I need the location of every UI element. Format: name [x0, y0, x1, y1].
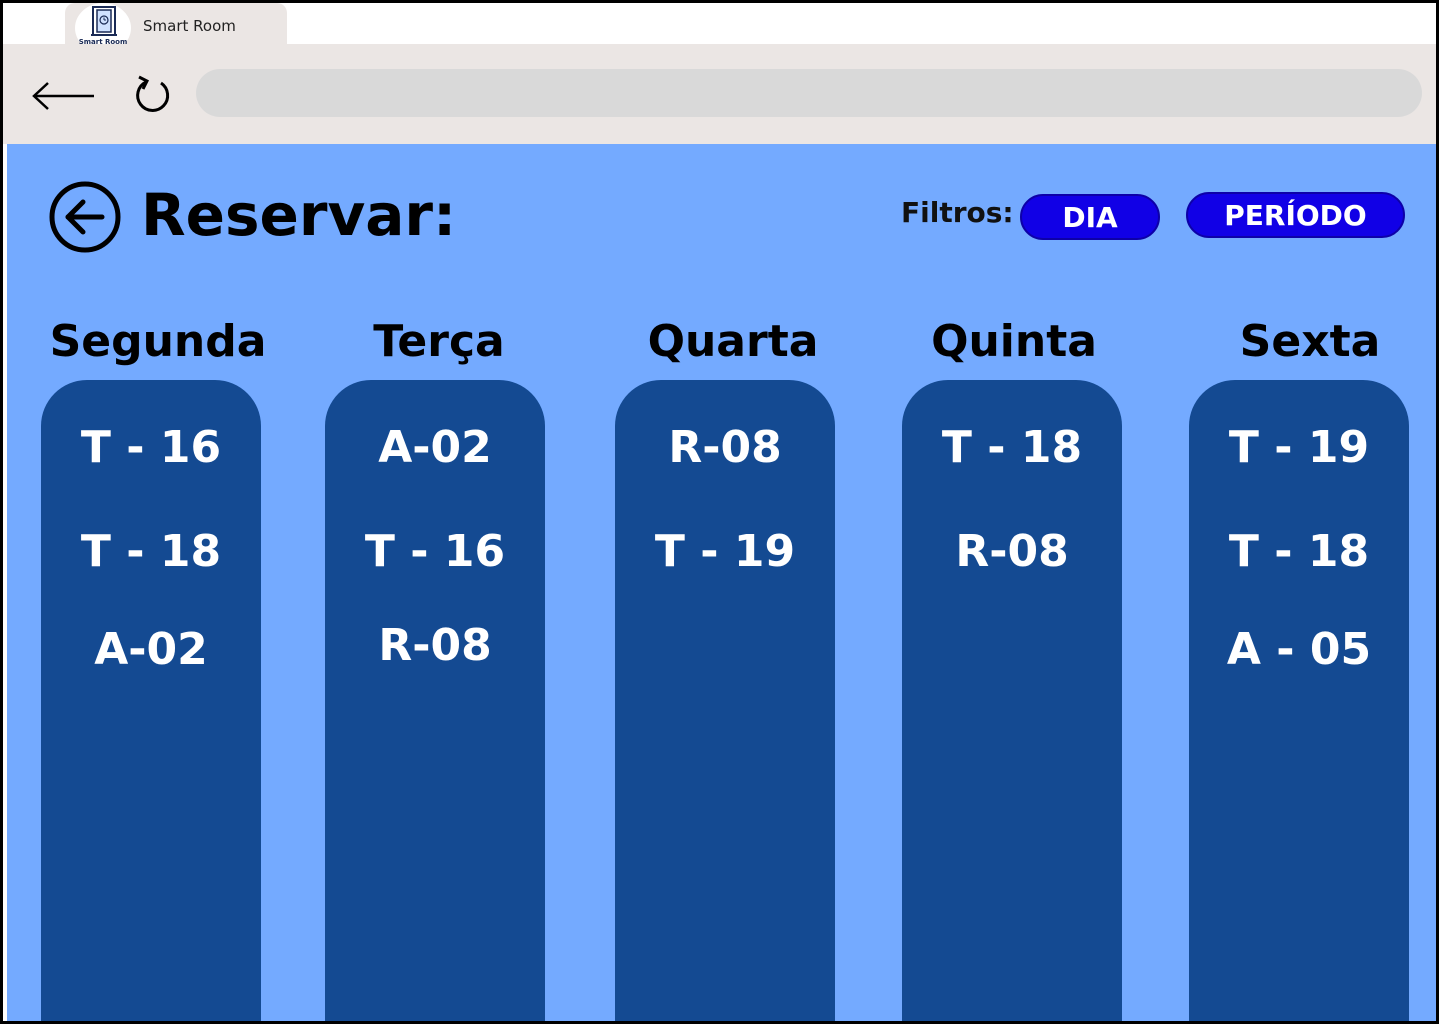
filter-day-button[interactable]: DIA	[1020, 194, 1160, 240]
day-column-quinta: T - 18 R-08	[902, 380, 1122, 1021]
door-clock-icon	[91, 6, 117, 36]
room-item[interactable]: T - 18	[1189, 526, 1409, 577]
room-item[interactable]: R-08	[615, 422, 835, 473]
filter-period-button[interactable]: PERÍODO	[1186, 192, 1405, 238]
day-label-segunda: Segunda	[49, 316, 267, 367]
day-label-quarta: Quarta	[647, 316, 819, 367]
page-title: Reservar:	[141, 181, 457, 249]
day-column-terca: A-02 T - 16 R-08	[325, 380, 545, 1021]
browser-tab[interactable]: Smart Room Smart Room	[65, 3, 287, 53]
room-item[interactable]: A-02	[41, 624, 261, 675]
day-label-sexta: Sexta	[1239, 316, 1381, 367]
room-item[interactable]: A - 05	[1189, 624, 1409, 675]
browser-window: Smart Room Smart Room Reservar: Filtros:…	[0, 0, 1439, 1024]
room-item[interactable]: T - 18	[902, 422, 1122, 473]
tab-title: Smart Room	[143, 17, 236, 35]
room-item[interactable]: T - 19	[615, 526, 835, 577]
day-label-terca: Terça	[373, 316, 505, 367]
day-column-sexta: T - 19 T - 18 A - 05	[1189, 380, 1409, 1021]
room-item[interactable]: T - 18	[41, 526, 261, 577]
room-item[interactable]: T - 19	[1189, 422, 1409, 473]
address-bar[interactable]	[196, 69, 1422, 117]
room-item[interactable]: T - 16	[325, 526, 545, 577]
back-circle-icon[interactable]	[48, 180, 122, 254]
room-item[interactable]: T - 16	[41, 422, 261, 473]
room-item[interactable]: R-08	[325, 620, 545, 671]
room-item[interactable]: R-08	[902, 526, 1122, 577]
day-column-quarta: R-08 T - 19	[615, 380, 835, 1021]
filters-label: Filtros:	[901, 196, 1014, 229]
room-item[interactable]: A-02	[325, 422, 545, 473]
browser-toolbar	[3, 44, 1436, 144]
reservation-panel: Reservar: Filtros: DIA PERÍODO Segunda T…	[7, 144, 1436, 1021]
day-column-segunda: T - 16 T - 18 A-02	[41, 380, 261, 1021]
reload-icon[interactable]	[134, 74, 174, 116]
back-arrow-icon[interactable]	[31, 76, 97, 116]
day-label-quinta: Quinta	[931, 316, 1097, 367]
